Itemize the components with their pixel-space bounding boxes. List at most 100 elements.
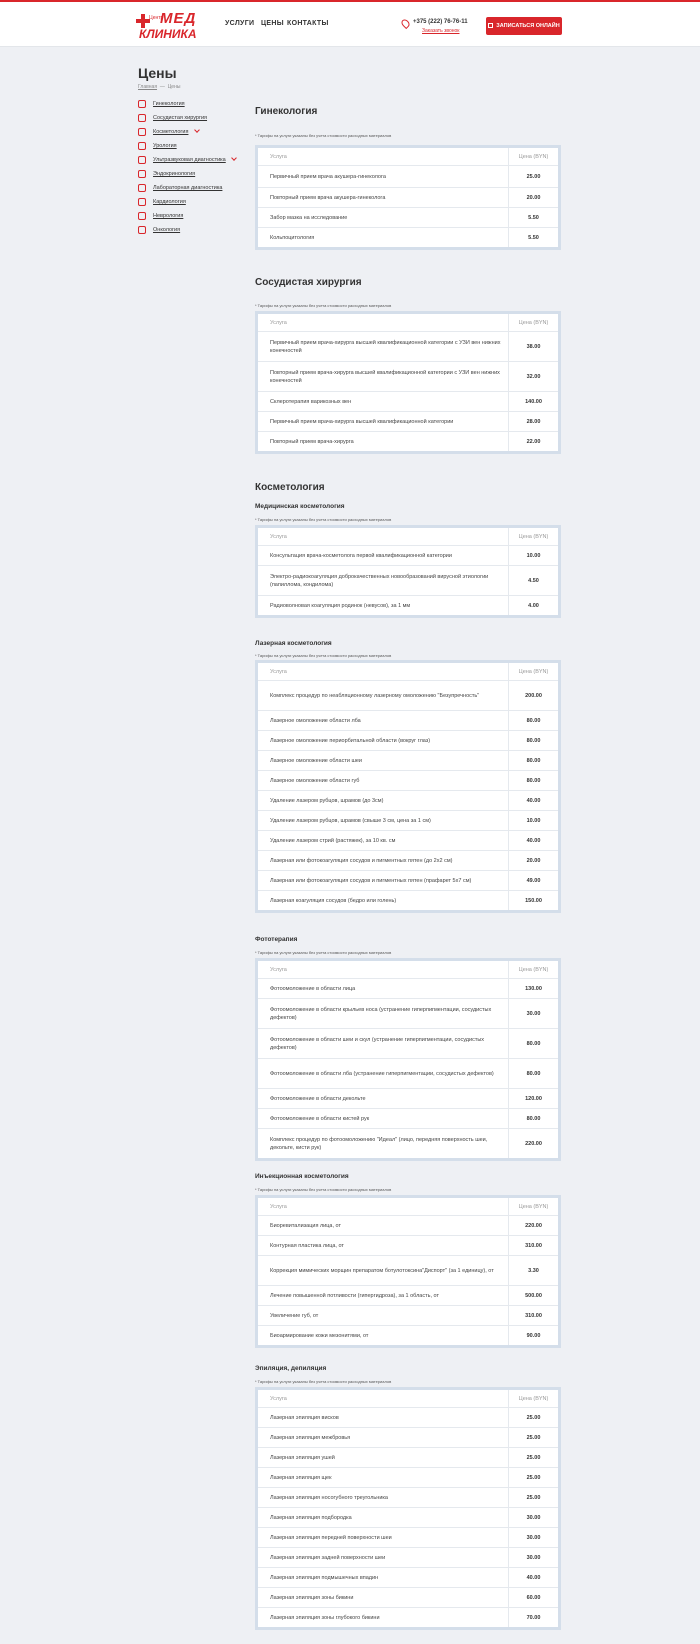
breadcrumb-home[interactable]: Главная (138, 84, 157, 90)
sidebar-item-label: Онкология (153, 227, 181, 233)
service-name: Лазерная эпиляция подмышечных впадин (270, 1574, 379, 1581)
service-name: Фотоомоложение в области декольте (270, 1095, 366, 1102)
table-header: Услуга Цена (BYN) (258, 528, 558, 545)
service-name: Фотоомоложение в области лица (270, 985, 356, 992)
table-row: Биоармирование кожи мезонитями, от 90.00 (258, 1325, 558, 1345)
phone-number[interactable]: +375 (222) 76-76-11 (413, 19, 468, 25)
medical-cross-icon (136, 14, 150, 28)
service-price: 60.00 (508, 1588, 558, 1607)
service-price: 310.00 (508, 1306, 558, 1325)
logo-top-text: МЕД (160, 10, 197, 27)
nav-prices[interactable]: ЦЕНЫ (261, 20, 284, 27)
table-row: Радиоволновая коагуляция родинок (невусо… (258, 595, 558, 615)
column-header-price: Цена (BYN) (508, 528, 558, 545)
cardiology-icon (138, 198, 146, 206)
table-row: Удаление лазером рубцов, шрамов (свыше 3… (258, 810, 558, 830)
service-name: Лазерная или фотокоагуляция сосудов и пи… (270, 877, 472, 884)
subsection-title: Эпиляция, депиляция (255, 1365, 327, 1372)
service-name: Лазерная эпиляция задней поверхности шеи (270, 1554, 386, 1561)
column-header-service: Услуга (270, 668, 287, 675)
table-row: Биоревитализация лица, от 220.00 (258, 1215, 558, 1235)
calendar-icon (488, 23, 494, 28)
column-header-service: Услуга (270, 319, 287, 326)
sidebar-item-label: Эндокринология (153, 171, 196, 177)
service-price: 25.00 (508, 1408, 558, 1427)
table-row: Лазерная эпиляция зоны глубокого бикини 7… (258, 1607, 558, 1627)
service-name: Электро-радиокоагуляция доброкачественны… (270, 573, 489, 588)
table-row: Лазерное омоложение периорбитальной обла… (258, 730, 558, 750)
service-name: Лазерная эпиляция межбровья (270, 1434, 351, 1441)
table-row: Комплекс процедур по фотоомоложению "Иде… (258, 1128, 558, 1158)
service-name: Контурная пластика лица, от (270, 1242, 344, 1249)
service-price: 5.50 (508, 208, 558, 227)
breadcrumb: Главная — Цены (138, 84, 180, 90)
service-name: Фотоомоложение в области крыльев носа (у… (270, 1006, 492, 1021)
column-header-service: Услуга (270, 153, 287, 160)
service-name: Удаление лазером рубцов, шрамов (до 3см) (270, 797, 384, 804)
nav-services[interactable]: УСЛУГИ (225, 20, 254, 27)
service-name: Комплекс процедур по неабляционному лазе… (270, 692, 480, 699)
pricing-note: * Тарифы на услуги указаны без учета сто… (255, 517, 392, 522)
table-row: Коррекция мимических морщин препаратом б… (258, 1255, 558, 1285)
table-row: Повторный прием врача-хирурга высшей ква… (258, 361, 558, 391)
service-name: Фотоомоложение в области кистей рук (270, 1115, 370, 1122)
table-row: Лазерная эпиляция передней поверхности ш… (258, 1527, 558, 1547)
table-row: Лазерная или фотокоагуляция сосудов и пи… (258, 850, 558, 870)
column-header-service: Услуга (270, 966, 287, 973)
service-name: Консультация врача-косметолога первой кв… (270, 552, 452, 559)
service-price: 90.00 (508, 1326, 558, 1345)
price-table: Услуга Цена (BYN) Первичный прием врача-хи… (255, 311, 561, 454)
table-row: Лазерная эпиляция висков 25.00 (258, 1407, 558, 1427)
service-name: Лазерное омоложение области губ (270, 777, 360, 784)
table-header: Услуга Цена (BYN) (258, 314, 558, 331)
service-price: 130.00 (508, 979, 558, 998)
table-row: Фотоомоложение в области лба (устранение… (258, 1058, 558, 1088)
service-price: 40.00 (508, 791, 558, 810)
book-online-label: ЗАПИСАТЬСЯ ОНЛАЙН (496, 23, 560, 29)
table-row: Лазерное омоложение области лба 80.00 (258, 710, 558, 730)
service-name: Удаление лазером стрий (растяжек), за 10… (270, 837, 396, 844)
price-table: Услуга Цена (BYN) Фотоомоложение в области… (255, 958, 561, 1161)
logo-bottom-text: КЛИНИКА (139, 27, 197, 41)
cosmetology-icon (138, 128, 146, 136)
table-row: Увеличение губ, от 310.00 (258, 1305, 558, 1325)
service-price: 310.00 (508, 1236, 558, 1255)
service-name: Биоармирование кожи мезонитями, от (270, 1332, 369, 1339)
chevron-down-icon[interactable] (194, 127, 200, 133)
table-row: Лазерная эпиляция щек 25.00 (258, 1467, 558, 1487)
table-row: Повторный прием врача-хирурга 22.00 (258, 431, 558, 451)
column-header-price: Цена (BYN) (508, 314, 558, 331)
service-price: 5.50 (508, 228, 558, 247)
service-price: 80.00 (508, 731, 558, 750)
service-name: Первичный прием врача акушера-гинеколога (270, 173, 386, 180)
table-row: Первичный прием врача-хирурга высшей ква… (258, 411, 558, 431)
service-price: 25.00 (508, 1428, 558, 1447)
service-name: Лазерное омоложение периорбитальной обла… (270, 737, 431, 744)
service-price: 25.00 (508, 166, 558, 187)
urology-icon (138, 142, 146, 150)
service-name: Лазерная эпиляция носогубного треугольни… (270, 1494, 388, 1501)
table-row: Лазерная эпиляция задней поверхности шеи… (258, 1547, 558, 1567)
chevron-down-icon[interactable] (231, 155, 237, 161)
service-price: 25.00 (508, 1448, 558, 1467)
table-row: Лазерная эпиляция подбородка 30.00 (258, 1507, 558, 1527)
ultrasound-icon (138, 156, 146, 164)
service-name: Лазерное омоложение области шеи (270, 757, 362, 764)
service-name: Повторный прием врача акушера-гинеколога (270, 194, 386, 201)
clinic-logo[interactable]: Центр МЕД КЛИНИКА (136, 10, 197, 42)
endocrinology-icon (138, 170, 146, 178)
location-pin-icon (399, 17, 412, 30)
column-header-price: Цена (BYN) (508, 663, 558, 680)
service-name: Фотоомоложение в области лба (устранение… (270, 1070, 494, 1077)
breadcrumb-separator: — (159, 84, 165, 90)
section-title: Косметология (255, 482, 325, 493)
table-row: Забор мазка на исследование 5.50 (258, 207, 558, 227)
table-row: Фотоомоложение в области декольте 120.00 (258, 1088, 558, 1108)
callback-link[interactable]: Заказать звонок (422, 28, 459, 34)
nav-contacts[interactable]: КОНТАКТЫ (287, 20, 329, 27)
service-name: Лазерная эпиляция зоны глубокого бикини (270, 1614, 380, 1621)
table-row: Повторный прием врача акушера-гинеколога… (258, 187, 558, 207)
book-online-button[interactable]: ЗАПИСАТЬСЯ ОНЛАЙН (486, 17, 562, 35)
table-row: Лазерное омоложение области губ 80.00 (258, 770, 558, 790)
column-header-service: Услуга (270, 533, 287, 540)
